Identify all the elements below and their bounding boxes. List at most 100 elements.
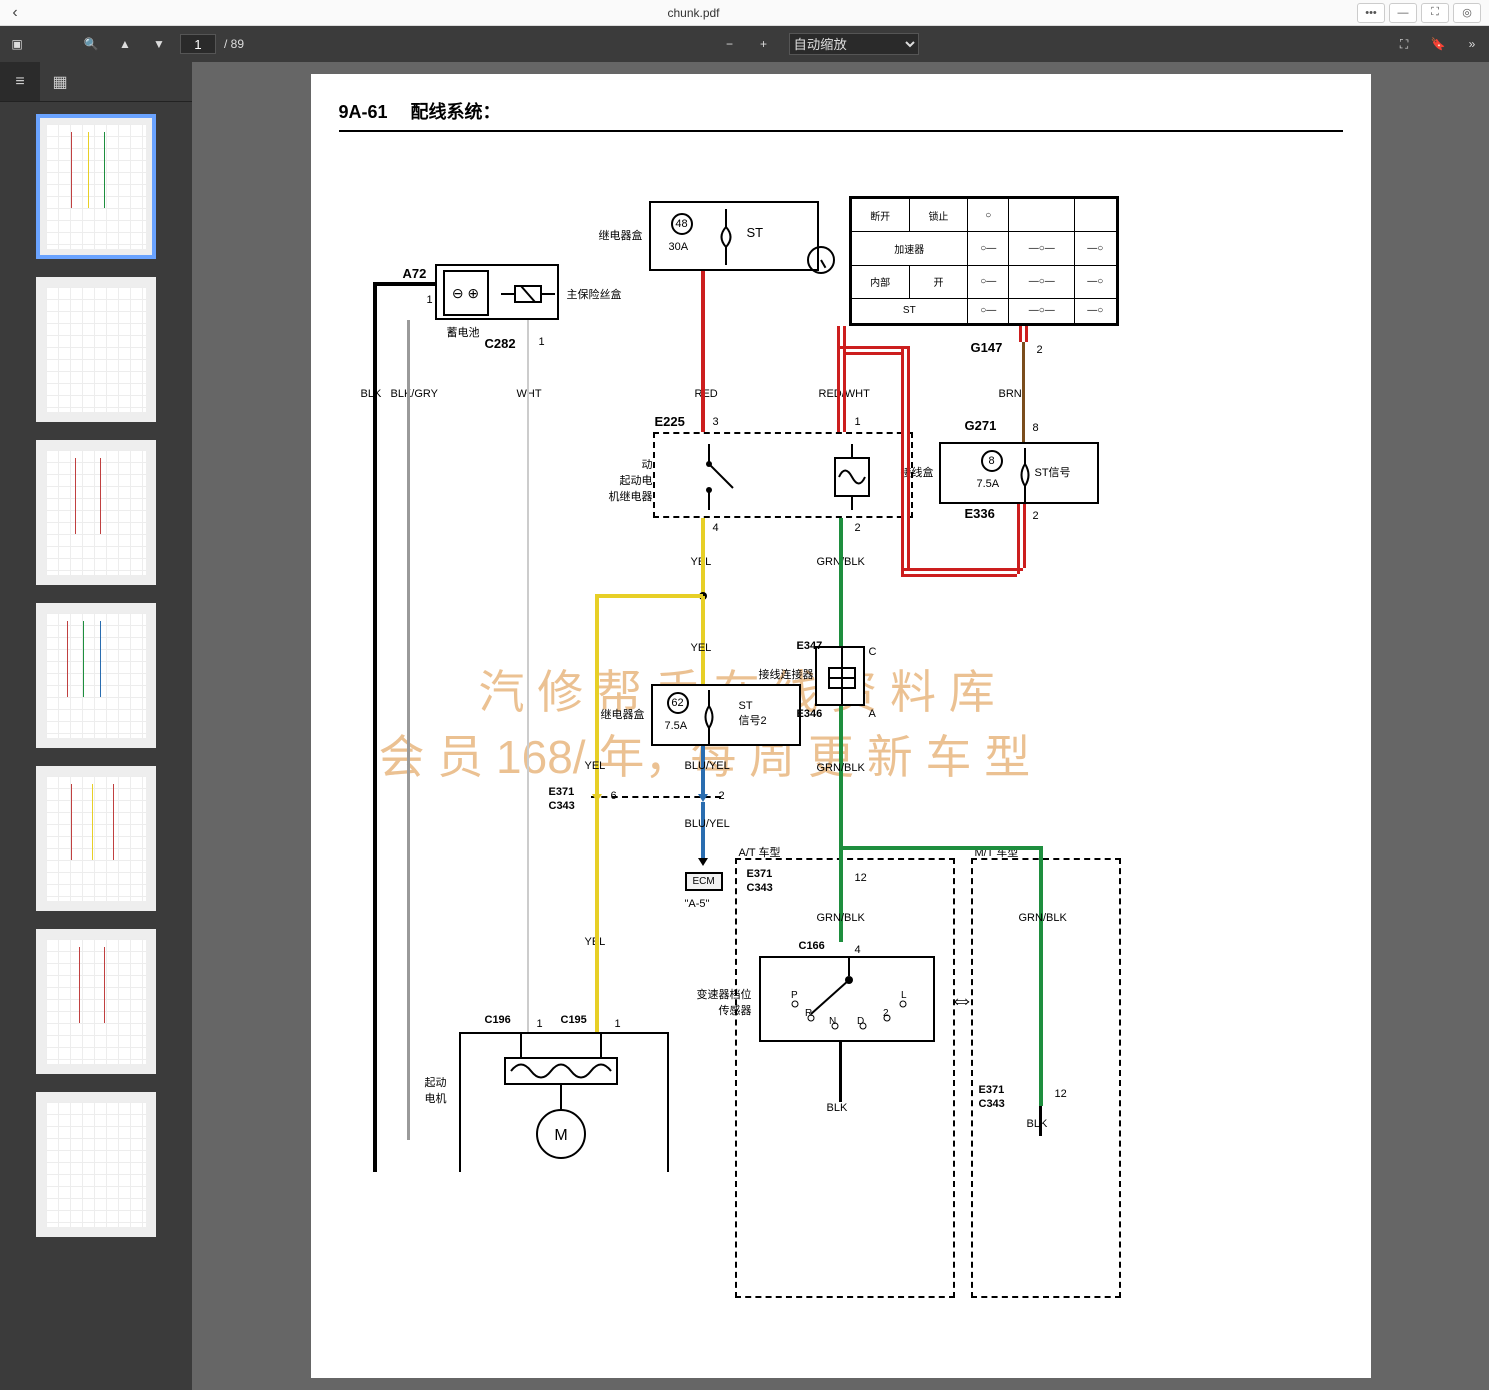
pin-e225-3: 3 bbox=[713, 416, 719, 428]
thumbnail-7[interactable] bbox=[36, 1092, 156, 1237]
fuse-62-st: ST 信号2 bbox=[739, 700, 767, 728]
conn-e336: E336 bbox=[965, 506, 995, 521]
pin-g271-8: 8 bbox=[1033, 422, 1039, 434]
conn-e347: E347 bbox=[797, 640, 823, 652]
ecm-ref: "A-5" bbox=[685, 898, 710, 910]
starter-motor: 起动 电机 M bbox=[459, 1032, 669, 1172]
wire-blk-at: BLK bbox=[827, 1102, 848, 1114]
page-viewer[interactable]: 9A-61 配线系统： 汽 修 帮 手 在 线 资 料 库 会 员 168/ 年… bbox=[192, 62, 1489, 1390]
ign-col-1: 断开 bbox=[851, 199, 909, 232]
pin-e347-c: C bbox=[869, 646, 877, 658]
conn-c343-c: C343 bbox=[979, 1098, 1005, 1110]
wire-grnblk-3: GRN/BLK bbox=[817, 912, 865, 924]
pin-e371-12b: 12 bbox=[1055, 1088, 1067, 1100]
battery-label: 蓄电池 bbox=[447, 324, 480, 340]
zoom-select[interactable]: 自动缩放 bbox=[789, 33, 919, 55]
pin-e346-a: A bbox=[869, 708, 876, 720]
conn-c196: C196 bbox=[485, 1014, 511, 1026]
conn-e225: E225 bbox=[655, 414, 685, 429]
fuse-48-amp: 30A bbox=[669, 241, 689, 253]
search-button[interactable]: 🔍 bbox=[74, 26, 108, 62]
trans-sensor: 变速器档位 传感器 PRND2L bbox=[759, 956, 935, 1042]
pin-e336-2: 2 bbox=[1033, 510, 1039, 522]
conn-e371-a: E371 bbox=[549, 786, 575, 798]
pin-a72-1: 1 bbox=[427, 294, 433, 306]
ign-row-3a: 内部 bbox=[851, 265, 909, 298]
svg-text:L: L bbox=[901, 990, 907, 1001]
section-title: 配线系统： bbox=[411, 102, 501, 122]
pin-c196-1: 1 bbox=[537, 1018, 543, 1030]
wiring-diagram: 汽 修 帮 手 在 线 资 料 库 会 员 168/ 年，每 周 更 新 车 型… bbox=[339, 146, 1343, 1376]
wire-bluyel-2: BLU/YEL bbox=[685, 818, 730, 830]
ignition-key-icon bbox=[807, 246, 835, 274]
minimize-button[interactable]: — bbox=[1389, 3, 1417, 23]
thumbnail-2[interactable] bbox=[36, 277, 156, 422]
conn-c166: C166 bbox=[799, 940, 825, 952]
starter-relay-label: 动 起动电 机继电器 bbox=[609, 456, 653, 504]
thumbnail-5[interactable] bbox=[36, 766, 156, 911]
thumbnail-1[interactable] bbox=[36, 114, 156, 259]
mt-group bbox=[971, 858, 1121, 1298]
back-button[interactable]: ‹ bbox=[0, 4, 30, 22]
conn-e346: E346 bbox=[797, 708, 823, 720]
pin-e225-4: 4 bbox=[713, 522, 719, 534]
tools-button[interactable]: » bbox=[1455, 26, 1489, 62]
conn-e371-b: E371 bbox=[747, 868, 773, 880]
relay-box-mid-label: 继电器盒 bbox=[601, 706, 645, 722]
wire-grnblk-4: GRN/BLK bbox=[1019, 912, 1067, 924]
fuse-8-circle: 8 bbox=[981, 450, 1003, 472]
pin-e225-2: 2 bbox=[855, 522, 861, 534]
pin-c166-4: 4 bbox=[855, 944, 861, 956]
svg-text:D: D bbox=[857, 1016, 864, 1027]
more-button[interactable]: ••• bbox=[1357, 3, 1385, 23]
conn-c282: C282 bbox=[485, 336, 516, 351]
maximize-button[interactable]: ⛶ bbox=[1421, 3, 1449, 23]
battery-fuse-group: ⊖ ⊕ 蓄电池 主保险丝盒 bbox=[435, 264, 559, 320]
next-page-button[interactable]: ▼ bbox=[142, 26, 176, 62]
zoom-in-button[interactable]: + bbox=[747, 26, 781, 62]
fuse-48-st: ST bbox=[747, 225, 764, 240]
svg-text:P: P bbox=[791, 990, 798, 1001]
link-arrow-icon: ⇔ bbox=[949, 984, 975, 1015]
conn-c195: C195 bbox=[561, 1014, 587, 1026]
wire-blk-mt: BLK bbox=[1027, 1118, 1048, 1130]
bookmark-button[interactable]: 🔖 bbox=[1421, 26, 1455, 62]
relay-box-mid: 继电器盒 62 7.5A ST 信号2 bbox=[651, 684, 801, 746]
target-button[interactable]: ◎ bbox=[1453, 3, 1481, 23]
fuse-8-amp: 7.5A bbox=[977, 478, 1000, 490]
svg-text:N: N bbox=[829, 1016, 836, 1027]
thumbnail-3[interactable] bbox=[36, 440, 156, 585]
relay-box-top-label: 继电器盒 bbox=[599, 227, 643, 243]
page-number-input[interactable] bbox=[180, 34, 216, 54]
prev-page-button[interactable]: ▲ bbox=[108, 26, 142, 62]
conn-c343-a: C343 bbox=[549, 800, 575, 812]
thumbnail-list[interactable] bbox=[0, 102, 192, 1390]
window-title: chunk.pdf bbox=[30, 6, 1357, 20]
wire-bluyel-1: BLU/YEL bbox=[685, 760, 730, 772]
wire-wht: WHT bbox=[517, 388, 542, 400]
ign-row-4: ST bbox=[851, 298, 968, 323]
wire-yel-3: YEL bbox=[585, 760, 606, 772]
svg-text:M: M bbox=[554, 1127, 567, 1144]
fuse-62-amp: 7.5A bbox=[665, 720, 688, 732]
svg-text:R: R bbox=[805, 1008, 812, 1019]
starter-motor-label: 起动 电机 bbox=[425, 1074, 447, 1106]
presentation-button[interactable]: ⛶ bbox=[1387, 26, 1421, 62]
sidebar-toggle-button[interactable]: ▣ bbox=[0, 26, 34, 62]
fuse-48-circle: 48 bbox=[671, 213, 693, 235]
wire-blkgry: BLK/GRY bbox=[391, 388, 439, 400]
zoom-out-button[interactable]: − bbox=[713, 26, 747, 62]
ignition-table: 断开锁止○ 加速器○——○——○ 内部开○——○——○ ST○——○——○ bbox=[849, 196, 1119, 326]
pin-e371-12a: 12 bbox=[855, 872, 867, 884]
fuse-62-circle: 62 bbox=[667, 692, 689, 714]
thumbnail-6[interactable] bbox=[36, 929, 156, 1074]
pin-c282-1: 1 bbox=[539, 336, 545, 348]
thumbnails-tab[interactable]: ≡ bbox=[0, 62, 40, 101]
pin-g147-2: 2 bbox=[1037, 344, 1043, 356]
relay-box-top: 继电器盒 48 30A ST bbox=[649, 201, 819, 271]
thumbnail-4[interactable] bbox=[36, 603, 156, 748]
conn-a72: A72 bbox=[403, 266, 427, 281]
ign-row-2: 加速器 bbox=[851, 232, 968, 265]
section-number: 9A-61 bbox=[339, 102, 388, 122]
grid-tab[interactable]: ▦ bbox=[40, 62, 80, 101]
